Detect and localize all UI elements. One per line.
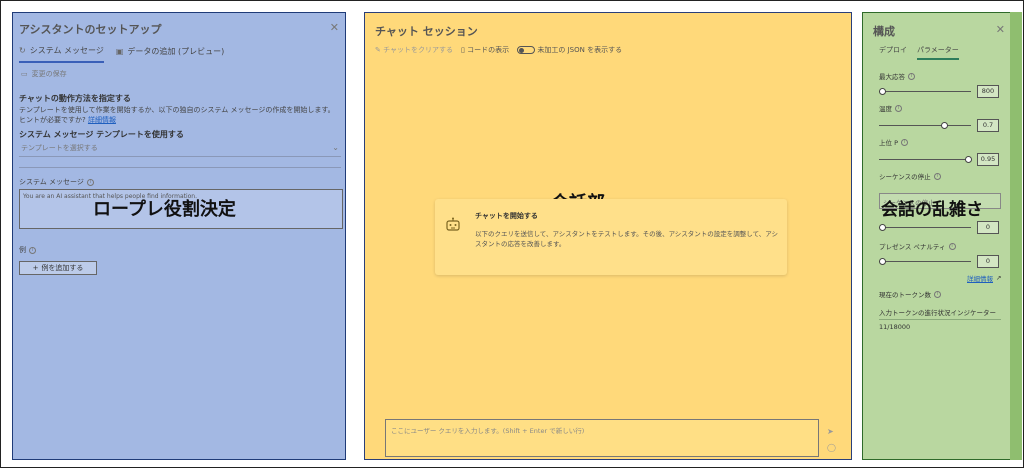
external-link-icon: ↗	[996, 274, 1002, 282]
frequency-penalty-input[interactable]: 0	[977, 221, 999, 234]
label-text: 現在のトークン数	[879, 291, 931, 299]
send-icon[interactable]: ➤	[827, 427, 834, 436]
annotation-label: 会話の乱雑さ	[881, 200, 983, 220]
info-icon: i	[948, 242, 956, 250]
show-code-label: コードの表示	[467, 46, 510, 54]
info-icon: i	[901, 138, 908, 146]
label-text: 上位 P	[879, 139, 898, 147]
refresh-icon: ↻	[19, 46, 26, 55]
learn-more-link[interactable]: 詳細情報 ↗	[967, 273, 1001, 283]
examples-label: 例 i	[19, 245, 36, 255]
info-icon: i	[895, 104, 902, 112]
token-count-label: 現在のトークン数 i	[879, 289, 941, 299]
save-icon: ▭	[21, 70, 28, 78]
scrollbar-strip	[1010, 12, 1022, 460]
max-response-slider[interactable]	[879, 88, 971, 95]
close-icon[interactable]: ✕	[996, 23, 1005, 36]
label-text: プレゼンス ペナルティ	[879, 243, 946, 251]
tab-add-data[interactable]: ▣ データの追加 (プレビュー)	[116, 45, 224, 63]
divider	[19, 167, 341, 168]
slider-thumb[interactable]	[965, 156, 972, 163]
assistant-setup-panel: アシスタントのセットアップ ✕ ↻ システム メッセージ ▣ データの追加 (プ…	[12, 12, 346, 460]
chat-session-panel: チャット セッション ✎ チャットをクリアする ▯ コードの表示 未加工の JS…	[364, 12, 852, 460]
behavior-description: テンプレートを使用して作業を開始するか、以下の独自のシステム メッセージの作成を…	[19, 105, 341, 125]
frequency-penalty-slider[interactable]	[879, 224, 971, 231]
slider-thumb[interactable]	[941, 122, 948, 129]
tab-label: データの追加 (プレビュー)	[127, 47, 225, 56]
tab-parameters[interactable]: パラメーター	[917, 45, 959, 60]
close-icon[interactable]: ✕	[330, 21, 339, 34]
raw-json-toggle[interactable]: 未加工の JSON を表示する	[517, 45, 622, 55]
start-chat-card: チャットを開始する 以下のクエリを送信して、アシスタントをテストします。その後、…	[435, 199, 787, 275]
plus-icon: +	[32, 264, 39, 272]
clear-icon[interactable]: ◯	[827, 443, 836, 452]
token-count: 11/18000	[879, 323, 911, 331]
label-text: 温度	[879, 105, 892, 113]
user-query-input[interactable]: ここにユーザー クエリを入力します。(Shift + Enter で新しい行)	[385, 419, 819, 457]
presence-penalty-slider[interactable]	[879, 258, 971, 265]
save-changes-button[interactable]: ▭ 変更の保存	[21, 69, 67, 79]
max-response-input[interactable]: 800	[977, 85, 999, 98]
setup-tabs: ↻ システム メッセージ ▣ データの追加 (プレビュー)	[19, 45, 224, 63]
info-icon: i	[934, 290, 941, 298]
template-heading: システム メッセージ テンプレートを使用する	[19, 130, 184, 139]
panel-title: チャット セッション	[375, 25, 478, 38]
tab-deploy[interactable]: デプロイ	[879, 45, 907, 60]
chevron-down-icon: ⌄	[332, 143, 339, 152]
info-icon: i	[908, 72, 915, 80]
info-icon: i	[933, 172, 941, 180]
configuration-panel: 構成 ✕ デプロイ パラメーター 最大応答 i 800 温度 i 0.7 上位 …	[862, 12, 1020, 460]
top-p-slider[interactable]	[879, 156, 972, 163]
card-title: チャットを開始する	[475, 212, 538, 220]
config-tabs: デプロイ パラメーター	[879, 45, 959, 60]
card-description: 以下のクエリを送信して、アシスタントをテストします。その後、アシスタントの設定を…	[475, 230, 779, 248]
temperature-input[interactable]: 0.7	[977, 119, 999, 132]
token-progress-bar	[879, 319, 1001, 320]
description-text: テンプレートを使用して作業を開始するか、以下の独自のシステム メッセージの作成を…	[19, 106, 335, 124]
label-text: 最大応答	[879, 73, 905, 81]
slider-thumb[interactable]	[879, 258, 886, 265]
top-p-label: 上位 P i	[879, 137, 908, 147]
show-code-button[interactable]: ▯ コードの表示	[461, 45, 509, 55]
presence-penalty-input[interactable]: 0	[977, 255, 999, 268]
template-dropdown[interactable]: テンプレートを選択する ⌄	[19, 143, 341, 157]
slider-thumb[interactable]	[879, 224, 886, 231]
label-text: シーケンスの停止	[879, 173, 931, 181]
max-response-label: 最大応答 i	[879, 71, 915, 81]
panel-title: 構成	[873, 25, 895, 38]
slider-thumb[interactable]	[879, 88, 886, 95]
chat-toolbar: ✎ チャットをクリアする ▯ コードの表示 未加工の JSON を表示する	[375, 45, 622, 55]
code-icon: ▯	[461, 46, 465, 54]
clear-label: チャットをクリアする	[383, 46, 454, 54]
template-placeholder: テンプレートを選択する	[21, 144, 98, 152]
presence-penalty-label: プレゼンス ペナルティ i	[879, 241, 956, 251]
label-text: システム メッセージ	[19, 178, 84, 186]
label-text: 例	[19, 246, 26, 254]
annotation-label: ロープレ役割決定	[93, 199, 236, 220]
clear-chat-button[interactable]: ✎ チャットをクリアする	[375, 45, 453, 55]
token-progress-indicator: 入力トークンの進行状況インジケーター	[879, 309, 996, 317]
save-label: 変更の保存	[31, 70, 67, 78]
panel-title: アシスタントのセットアップ	[19, 23, 162, 36]
tab-system-message[interactable]: ↻ システム メッセージ	[19, 45, 104, 63]
info-icon: i	[29, 246, 36, 254]
bot-icon	[446, 217, 460, 231]
temperature-slider[interactable]	[879, 122, 971, 129]
behavior-heading: チャットの動作方法を指定する	[19, 94, 131, 103]
add-example-button[interactable]: + 例を追加する	[19, 261, 97, 275]
info-icon: i	[86, 178, 94, 186]
temperature-label: 温度 i	[879, 103, 902, 113]
toggle-switch[interactable]	[517, 46, 536, 54]
tab-label: システム メッセージ	[29, 46, 104, 55]
stop-sequence-label: シーケンスの停止 i	[879, 171, 941, 181]
broom-icon: ✎	[375, 46, 381, 54]
top-p-input[interactable]: 0.95	[977, 153, 999, 166]
learn-more-link[interactable]: 詳細情報	[88, 116, 116, 124]
raw-json-label: 未加工の JSON を表示する	[537, 46, 623, 54]
learn-more-text[interactable]: 詳細情報	[967, 273, 993, 283]
add-example-label: 例を追加する	[41, 264, 84, 272]
database-icon: ▣	[115, 47, 124, 56]
system-message-label: システム メッセージ i	[19, 177, 94, 187]
